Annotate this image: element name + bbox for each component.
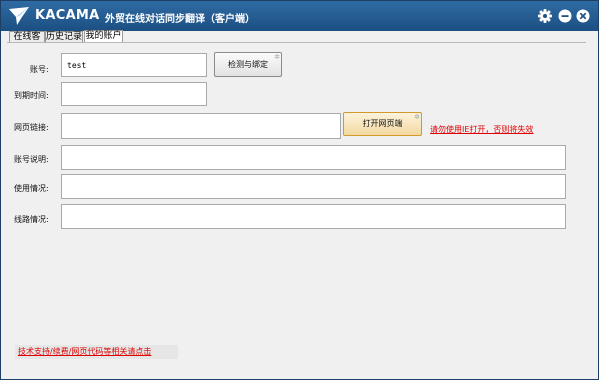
usage-label: 使用情况: <box>14 184 49 193</box>
desc-label: 账号说明: <box>14 155 49 164</box>
route-label: 线路情况: <box>14 215 49 224</box>
close-icon[interactable] <box>576 9 590 23</box>
cog-decoration-icon: ✲ <box>274 53 280 61</box>
app-subtitle: 外贸在线对话同步翻译（客户端） <box>105 14 255 25</box>
tab-online-service[interactable]: 在线客服 <box>9 31 45 53</box>
check-bind-label: 检测与绑定 <box>228 60 268 69</box>
tab-history[interactable]: 历史记录 <box>45 31 83 42</box>
cog-decoration-icon: ✲ <box>414 113 420 121</box>
account-panel: 账号: test 检测与绑定 ✲ 到期时间: 网页链接: 打开网页端 ✲ 请勿使… <box>7 42 586 364</box>
desc-field[interactable] <box>61 145 566 170</box>
app-window: KACAMA 外贸在线对话同步翻译（客户端） 在线客服 历史记录 我的账户 账号… <box>0 0 599 380</box>
check-bind-button[interactable]: 检测与绑定 ✲ <box>214 52 282 77</box>
expire-field[interactable] <box>61 82 207 106</box>
route-field[interactable] <box>61 204 566 229</box>
app-brand: KACAMA <box>35 8 100 23</box>
title-bar[interactable]: KACAMA 外贸在线对话同步翻译（客户端） <box>1 1 598 31</box>
account-label: 账号: <box>30 65 49 74</box>
usage-field[interactable] <box>61 174 566 199</box>
gear-icon[interactable] <box>538 9 552 23</box>
open-web-button[interactable]: 打开网页端 ✲ <box>343 112 422 136</box>
open-web-label: 打开网页端 <box>362 119 403 128</box>
expire-label: 到期时间: <box>14 91 49 100</box>
tab-my-account[interactable]: 我的账户 <box>84 30 123 42</box>
account-field[interactable]: test <box>61 53 207 77</box>
url-field[interactable] <box>61 113 341 139</box>
url-label: 网页链接: <box>14 123 49 132</box>
app-logo-icon <box>9 7 29 25</box>
url-warning: 请勿使用IE打开，否则将失效 <box>430 125 534 134</box>
support-link[interactable]: 技术支持/续费/网页代码等相关请点击 <box>15 345 178 359</box>
minimize-icon[interactable] <box>558 9 572 23</box>
